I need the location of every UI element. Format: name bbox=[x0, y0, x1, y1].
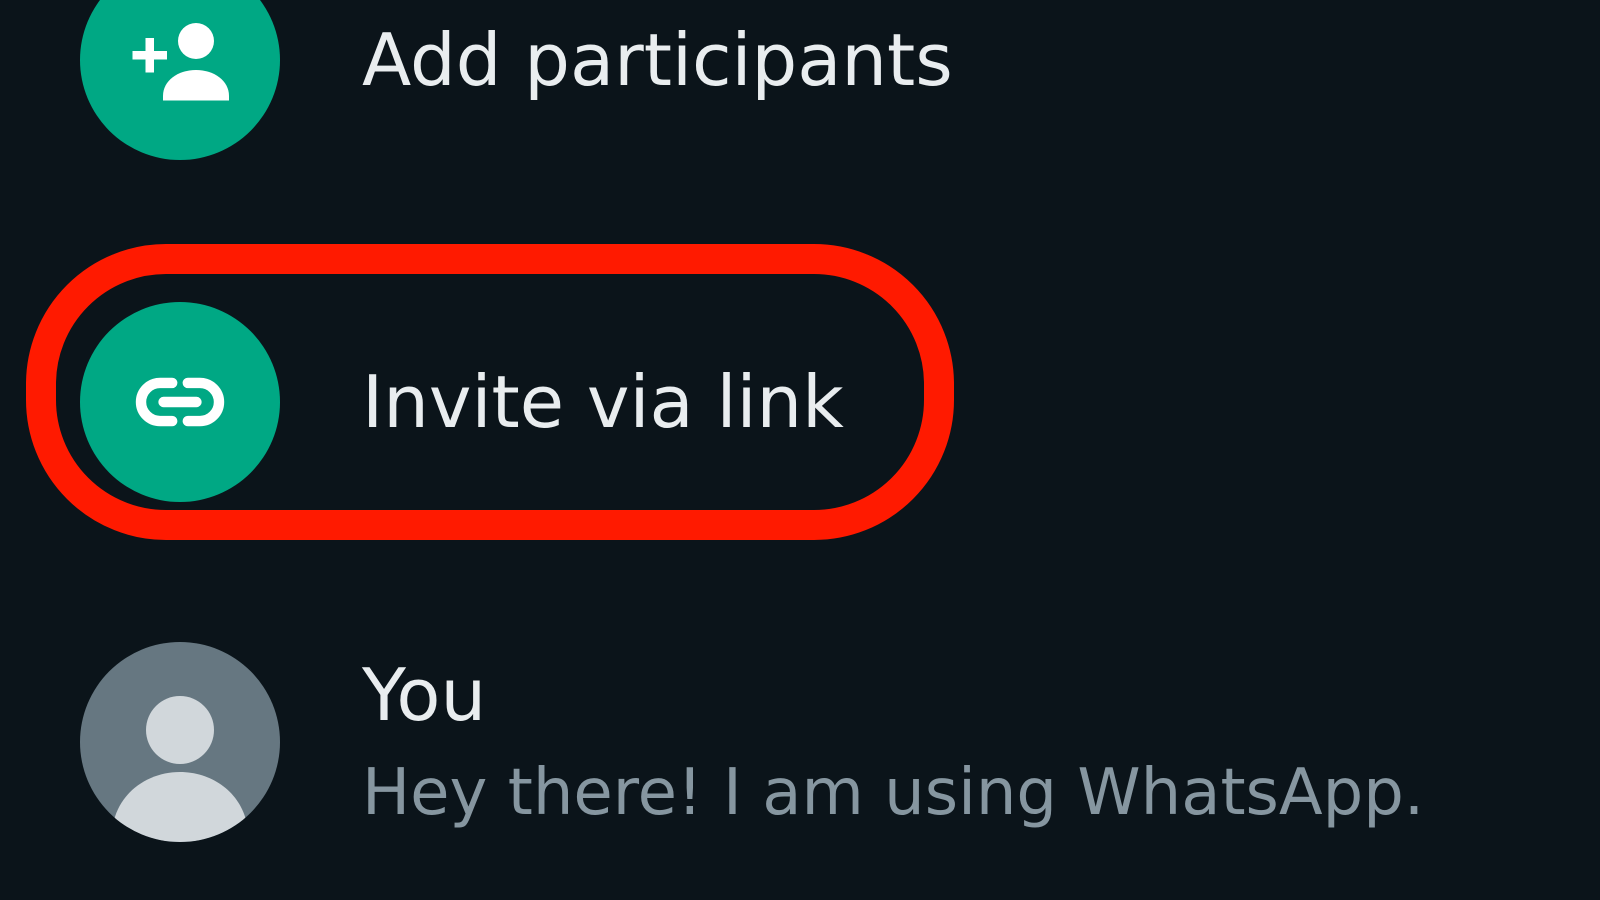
invite-via-link-label: Invite via link bbox=[362, 360, 844, 444]
participant-row-you[interactable]: You Hey there! I am using WhatsApp. bbox=[80, 642, 1424, 842]
participant-name: You bbox=[362, 653, 487, 737]
link-icon bbox=[135, 377, 225, 427]
default-avatar-icon bbox=[114, 696, 246, 842]
add-person-icon bbox=[132, 23, 229, 101]
add-participants-avatar bbox=[80, 0, 280, 160]
invite-link-avatar bbox=[80, 302, 280, 502]
participant-text: You Hey there! I am using WhatsApp. bbox=[362, 659, 1424, 825]
add-participants-label: Add participants bbox=[362, 18, 953, 102]
invite-via-link-item[interactable]: Invite via link bbox=[80, 302, 844, 502]
group-info-screen: Add participants Invite via link You Hey… bbox=[0, 0, 1600, 900]
add-participants-item[interactable]: Add participants bbox=[80, 0, 953, 160]
participant-status: Hey there! I am using WhatsApp. bbox=[362, 756, 1425, 830]
participant-avatar bbox=[80, 642, 280, 842]
